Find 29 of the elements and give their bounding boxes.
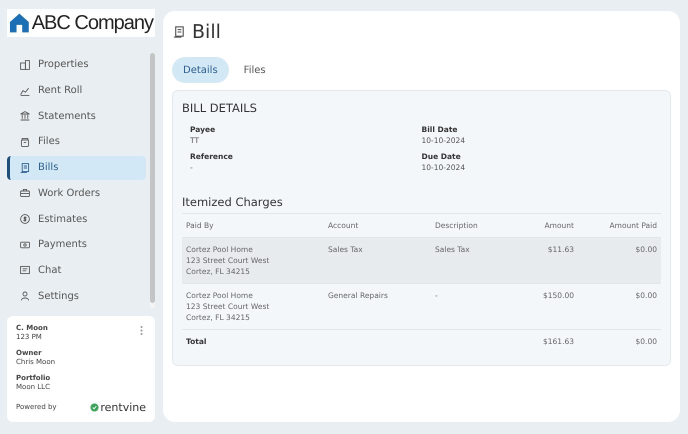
nav-item[interactable]: Statements (7, 104, 146, 128)
logo-text: ABC Company (32, 12, 153, 34)
receipt-icon (172, 25, 186, 39)
nav-item[interactable]: Work Orders (7, 182, 146, 206)
nav-item[interactable]: Rent Roll (7, 78, 146, 102)
bank-icon (19, 110, 31, 122)
tab[interactable]: Files (232, 57, 277, 83)
section-heading: Itemized Charges (182, 195, 284, 209)
nav-item[interactable]: Properties (7, 53, 146, 77)
more-options-icon[interactable] (140, 326, 143, 335)
briefcase-icon (19, 187, 31, 200)
tab[interactable]: Details (172, 57, 229, 83)
nav-item[interactable]: Bills (7, 156, 146, 180)
nav-item[interactable]: Payments (7, 232, 146, 257)
box-icon (19, 136, 31, 148)
scrollbar[interactable] (150, 53, 155, 308)
nav-item[interactable]: Estimates (7, 207, 146, 231)
dollar-icon (19, 213, 31, 226)
user-icon (19, 290, 31, 302)
house-icon (9, 12, 30, 34)
receipt-icon (19, 162, 31, 174)
page-title: Bill (192, 21, 221, 43)
nav-item[interactable]: Settings (7, 284, 146, 308)
nav-item[interactable]: Files (7, 130, 146, 154)
brand-logo: rentvine (90, 401, 146, 414)
building-icon (19, 58, 31, 71)
section-heading: BILL DETAILS (182, 101, 258, 115)
chat-icon (19, 264, 31, 276)
nav-item[interactable]: Chat (7, 258, 146, 282)
